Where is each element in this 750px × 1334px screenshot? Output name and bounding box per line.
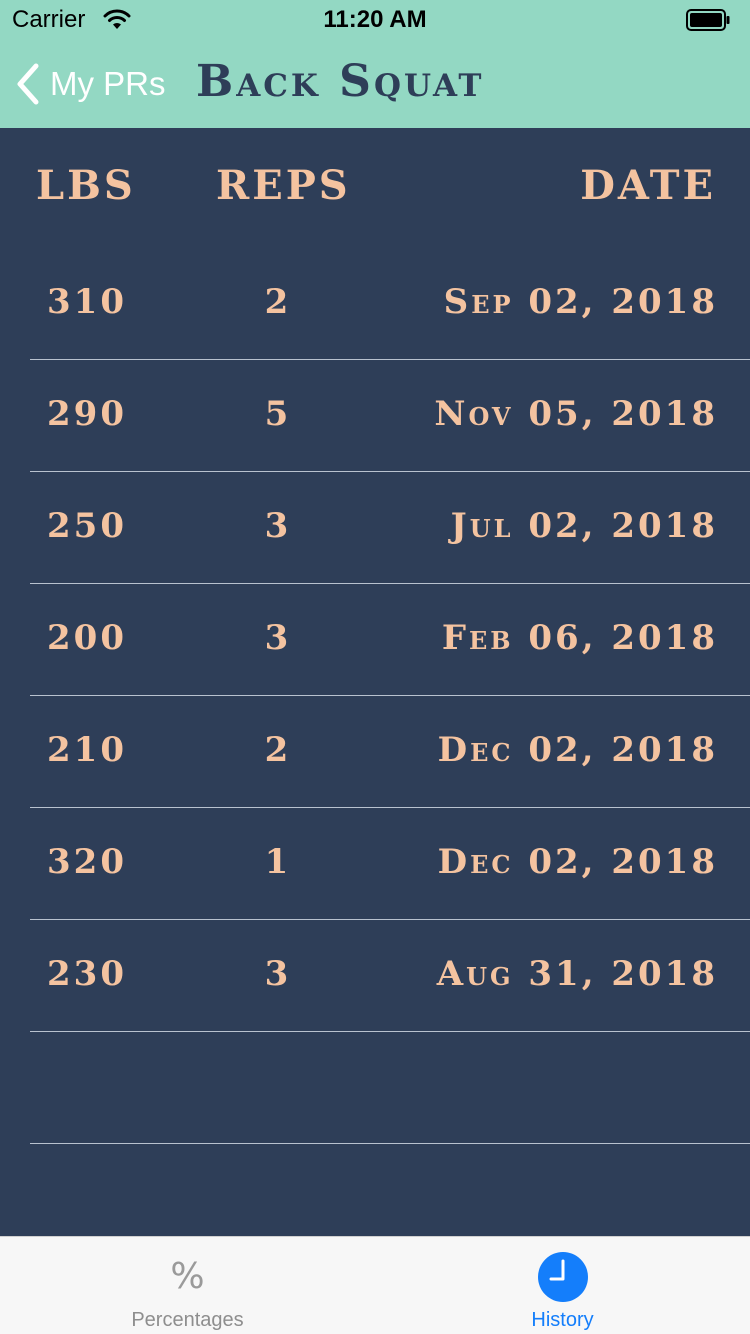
tab-history[interactable]: History [375, 1237, 750, 1334]
clock-icon [537, 1252, 588, 1302]
row-date: Aug 31, 2018 [436, 954, 718, 994]
back-button-label: My PRs [50, 65, 166, 102]
navigation-bar: My PRs Back Squat [0, 40, 750, 128]
row-reps: 2 [264, 730, 292, 770]
top-bar: Carrier 11:20 AM My PRs Back Squat [0, 0, 750, 128]
column-header-date: DATE [580, 162, 716, 209]
row-reps: 2 [264, 282, 292, 322]
row-lbs: 230 [47, 954, 127, 994]
table-row[interactable]: 310 2 Sep 02, 2018 [0, 248, 750, 360]
row-reps: 5 [264, 394, 292, 434]
row-reps: 3 [264, 506, 292, 546]
table-row[interactable]: 290 5 Nov 05, 2018 [0, 360, 750, 472]
tab-bar: % Percentages History [0, 1236, 750, 1334]
screen: Carrier 11:20 AM My PRs Back Squat LBS R… [0, 0, 750, 1334]
row-reps: 3 [264, 954, 292, 994]
percent-icon: % [162, 1251, 214, 1303]
table-row[interactable]: 320 1 Dec 02, 2018 [0, 808, 750, 920]
table-row[interactable]: 200 3 Feb 06, 2018 [0, 584, 750, 696]
row-lbs: 290 [47, 394, 127, 434]
percent-glyph: % [170, 1256, 205, 1297]
table-row-empty [0, 1032, 750, 1144]
row-reps: 3 [264, 618, 292, 658]
back-button[interactable]: My PRs [14, 60, 166, 108]
battery-icon [686, 9, 730, 31]
chevron-left-icon [17, 63, 39, 105]
row-lbs: 320 [47, 842, 127, 882]
row-reps: 1 [264, 842, 292, 882]
column-header-lbs: LBS [36, 162, 136, 209]
status-time: 11:20 AM [323, 6, 427, 33]
page-title: Back Squat [196, 56, 485, 107]
row-date: Dec 02, 2018 [437, 842, 718, 882]
table-row[interactable]: 250 3 Jul 02, 2018 [0, 472, 750, 584]
row-date: Sep 02, 2018 [443, 282, 718, 322]
table-row[interactable]: 210 2 Dec 02, 2018 [0, 696, 750, 808]
row-date: Jul 02, 2018 [450, 506, 718, 546]
tab-percentages-label: Percentages [131, 1309, 244, 1331]
row-divider [30, 1143, 750, 1144]
row-lbs: 250 [47, 506, 127, 546]
row-lbs: 210 [47, 730, 127, 770]
table-row[interactable]: 230 3 Aug 31, 2018 [0, 920, 750, 1032]
row-lbs: 310 [47, 282, 127, 322]
tab-history-label: History [531, 1309, 594, 1331]
row-date: Nov 05, 2018 [434, 394, 718, 434]
row-date: Feb 06, 2018 [441, 618, 718, 658]
pr-history-list: 310 2 Sep 02, 2018 290 5 Nov 05, 2018 25… [0, 248, 750, 1144]
row-date: Dec 02, 2018 [437, 730, 718, 770]
column-header-reps: REPS [216, 162, 351, 209]
row-lbs: 200 [47, 618, 127, 658]
status-bar: Carrier 11:20 AM [0, 0, 750, 40]
tab-percentages[interactable]: % Percentages [0, 1237, 375, 1334]
